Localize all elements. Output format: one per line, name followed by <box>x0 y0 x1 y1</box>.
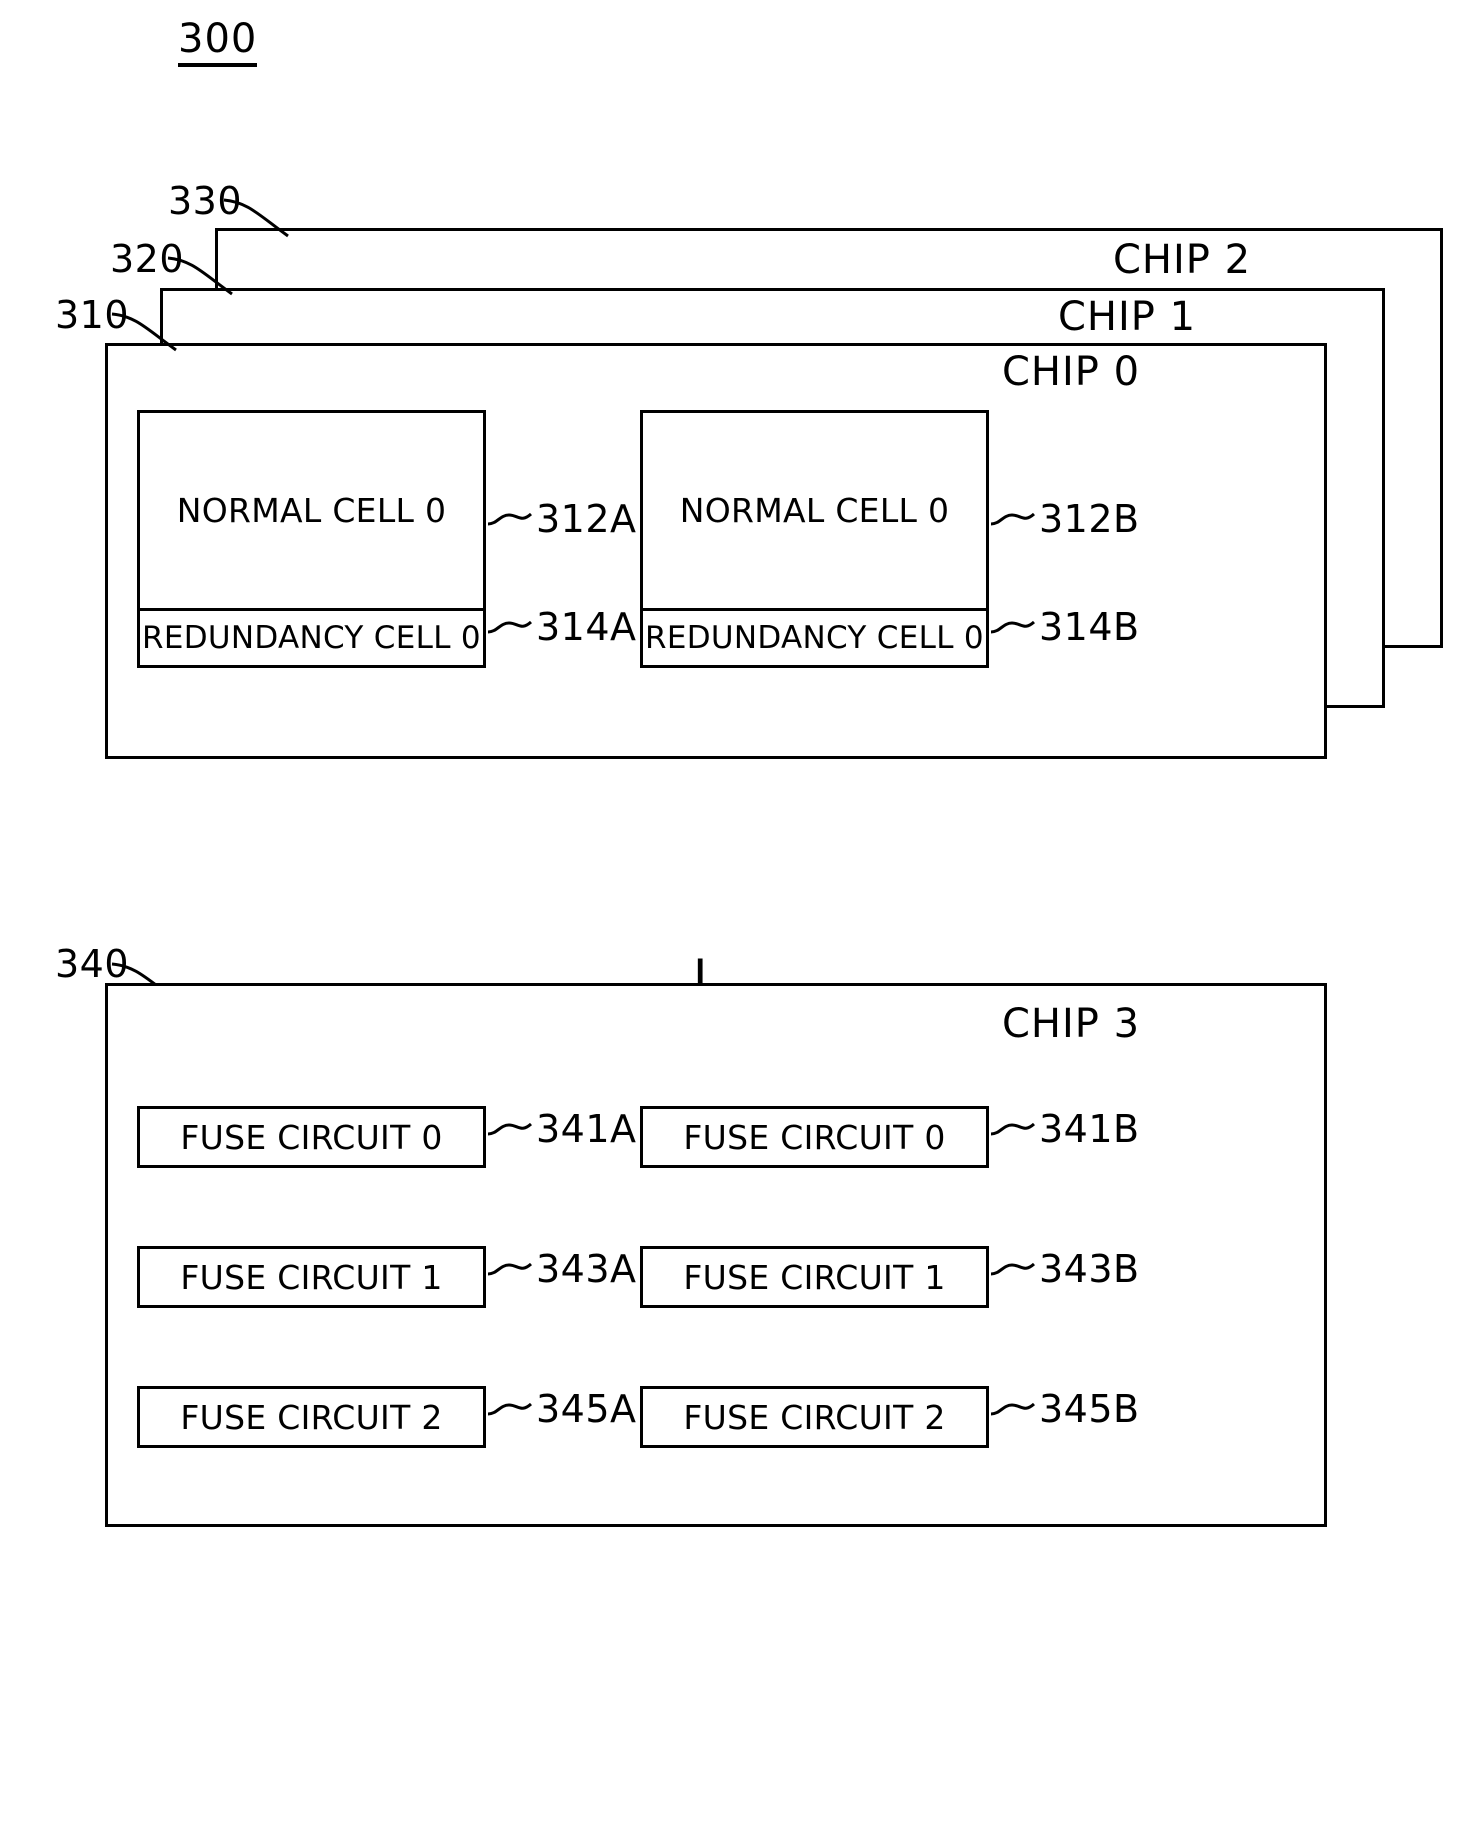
chip-3-label: CHIP 3 <box>1002 1001 1141 1047</box>
chip-1-label: CHIP 1 <box>1058 294 1197 340</box>
figure-number: 300 <box>178 18 258 67</box>
reference-numeral-345b: 345B <box>1039 1387 1140 1431</box>
squiggle-leader-icon <box>487 1122 533 1136</box>
reference-numeral-343a: 343A <box>536 1247 637 1291</box>
reference-numeral-314a: 314A <box>536 605 637 649</box>
reference-numeral-343b: 343B <box>1039 1247 1140 1291</box>
squiggle-leader-icon <box>990 512 1036 526</box>
callout-341b: 341B <box>990 1110 1140 1148</box>
normal-cell-0-a-label: NORMAL CELL 0 <box>176 491 447 530</box>
fuse-circuit-1-b: FUSE CIRCUIT 1 <box>640 1246 989 1308</box>
fuse-circuit-2-a: FUSE CIRCUIT 2 <box>137 1386 486 1448</box>
reference-numeral-314b: 314B <box>1039 605 1140 649</box>
callout-341a: 341A <box>487 1110 637 1148</box>
leader-line-320 <box>167 256 233 296</box>
normal-cell-0-a: NORMAL CELL 0 <box>140 413 483 608</box>
normal-cell-0-b-label: NORMAL CELL 0 <box>679 491 950 530</box>
redundancy-cell-0-b: REDUNDANCY CELL 0 <box>643 608 986 665</box>
fuse-circuit-2-b: FUSE CIRCUIT 2 <box>640 1386 989 1448</box>
normal-cell-0-b: NORMAL CELL 0 <box>643 413 986 608</box>
squiggle-leader-icon <box>487 620 533 634</box>
squiggle-leader-icon <box>990 1122 1036 1136</box>
fuse-circuit-0-a: FUSE CIRCUIT 0 <box>137 1106 486 1168</box>
fuse-circuit-0-a-label: FUSE CIRCUIT 0 <box>180 1117 443 1157</box>
fuse-circuit-1-a: FUSE CIRCUIT 1 <box>137 1246 486 1308</box>
patent-figure-300: 300 CHIP 2 CHIP 1 CHIP 0 330 320 310 NOR… <box>0 0 1482 1841</box>
redundancy-cell-0-b-label: REDUNDANCY CELL 0 <box>645 619 984 656</box>
redundancy-cell-0-a: REDUNDANCY CELL 0 <box>140 608 483 665</box>
callout-345a: 345A <box>487 1390 637 1428</box>
reference-numeral-312a: 312A <box>536 497 637 541</box>
squiggle-leader-icon <box>487 1262 533 1276</box>
callout-312a: 312A <box>487 500 637 538</box>
callout-314b: 314B <box>990 608 1140 646</box>
squiggle-leader-icon <box>487 1402 533 1416</box>
callout-312b: 312B <box>990 500 1140 538</box>
fuse-circuit-1-b-label: FUSE CIRCUIT 1 <box>683 1257 946 1297</box>
callout-345b: 345B <box>990 1390 1140 1428</box>
leader-line-330 <box>223 198 289 238</box>
reference-numeral-345a: 345A <box>536 1387 637 1431</box>
reference-numeral-312b: 312B <box>1039 497 1140 541</box>
callout-343a: 343A <box>487 1250 637 1288</box>
leader-line-310 <box>111 312 177 352</box>
chip-0-label: CHIP 0 <box>1002 349 1141 395</box>
reference-numeral-341b: 341B <box>1039 1107 1140 1151</box>
callout-314a: 314A <box>487 608 637 646</box>
squiggle-leader-icon <box>990 1262 1036 1276</box>
fuse-circuit-2-b-label: FUSE CIRCUIT 2 <box>683 1397 946 1437</box>
reference-numeral-341a: 341A <box>536 1107 637 1151</box>
squiggle-leader-icon <box>487 512 533 526</box>
fuse-circuit-2-a-label: FUSE CIRCUIT 2 <box>180 1397 443 1437</box>
squiggle-leader-icon <box>990 1402 1036 1416</box>
fuse-circuit-1-a-label: FUSE CIRCUIT 1 <box>180 1257 443 1297</box>
callout-343b: 343B <box>990 1250 1140 1288</box>
cell-group-b: NORMAL CELL 0 REDUNDANCY CELL 0 <box>640 410 989 668</box>
chip-2-label: CHIP 2 <box>1113 237 1252 283</box>
fuse-circuit-0-b: FUSE CIRCUIT 0 <box>640 1106 989 1168</box>
cell-group-a: NORMAL CELL 0 REDUNDANCY CELL 0 <box>137 410 486 668</box>
squiggle-leader-icon <box>990 620 1036 634</box>
fuse-circuit-0-b-label: FUSE CIRCUIT 0 <box>683 1117 946 1157</box>
redundancy-cell-0-a-label: REDUNDANCY CELL 0 <box>142 619 481 656</box>
